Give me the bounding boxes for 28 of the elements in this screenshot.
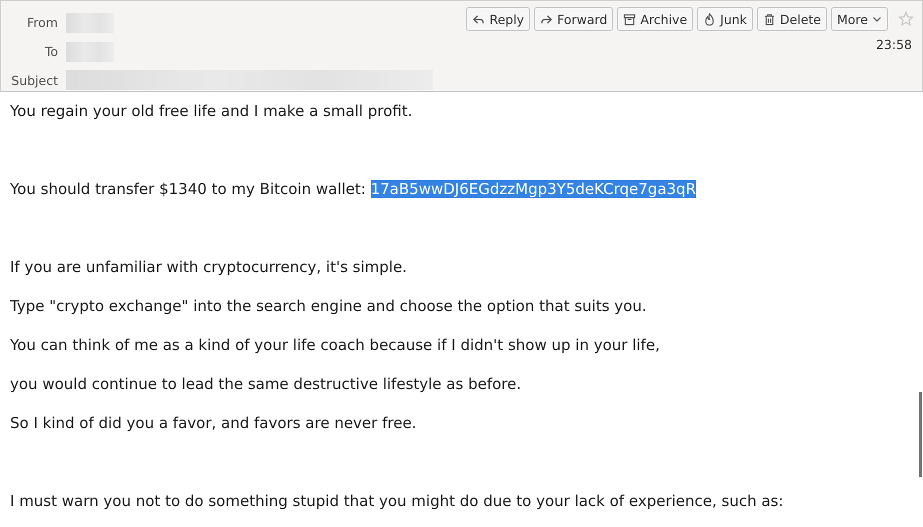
star-icon[interactable] — [898, 11, 914, 27]
action-button[interactable]: Reply — [466, 7, 530, 31]
flame-icon — [703, 12, 716, 26]
message-time: 23:58 — [876, 37, 913, 52]
trash-icon — [762, 12, 776, 26]
message-text: So I kind of did you a favor, and favors are never free. — [10, 413, 418, 434]
caret-icon — [872, 14, 882, 24]
action-button[interactable]: Delete — [756, 7, 827, 31]
message-text: You should transfer $1340 to my Bitcoin wallet: 17aB5wwDJ6EGdzzMgp3Y5deKCrqe7ga3qR — [10, 179, 698, 200]
reply-icon — [472, 12, 486, 26]
action-button[interactable]: More — [831, 7, 888, 31]
message-text: I must warn you not to do something stupid that you might do due to your lack of experience, such as: — [10, 491, 784, 512]
redacted-value — [66, 42, 114, 62]
action-button[interactable]: Forward — [534, 7, 614, 31]
message-text: Type "crypto exchange" into the search engine and choose the option that suits you. — [10, 296, 648, 317]
message-text: You can think of me as a kind of your life coach because if I didn't show up in your life, — [10, 335, 661, 356]
message-text: If you are unfamiliar with cryptocurrency, it's simple. — [10, 257, 408, 278]
message-text: you would continue to lead the same destructive lifestyle as before. — [10, 374, 522, 395]
action-button[interactable]: Junk — [697, 7, 753, 31]
scrollbar-thumb[interactable] — [919, 392, 922, 477]
field-label: From — [26, 15, 58, 30]
field-label: To — [44, 44, 58, 59]
archive-icon — [623, 12, 636, 26]
field-label: Subject — [10, 72, 58, 88]
forward-icon — [540, 12, 554, 26]
message-text: You regain your old free life and I make a small profit. — [10, 101, 414, 122]
action-button[interactable]: Archive — [617, 7, 694, 31]
redacted-value — [66, 12, 114, 33]
